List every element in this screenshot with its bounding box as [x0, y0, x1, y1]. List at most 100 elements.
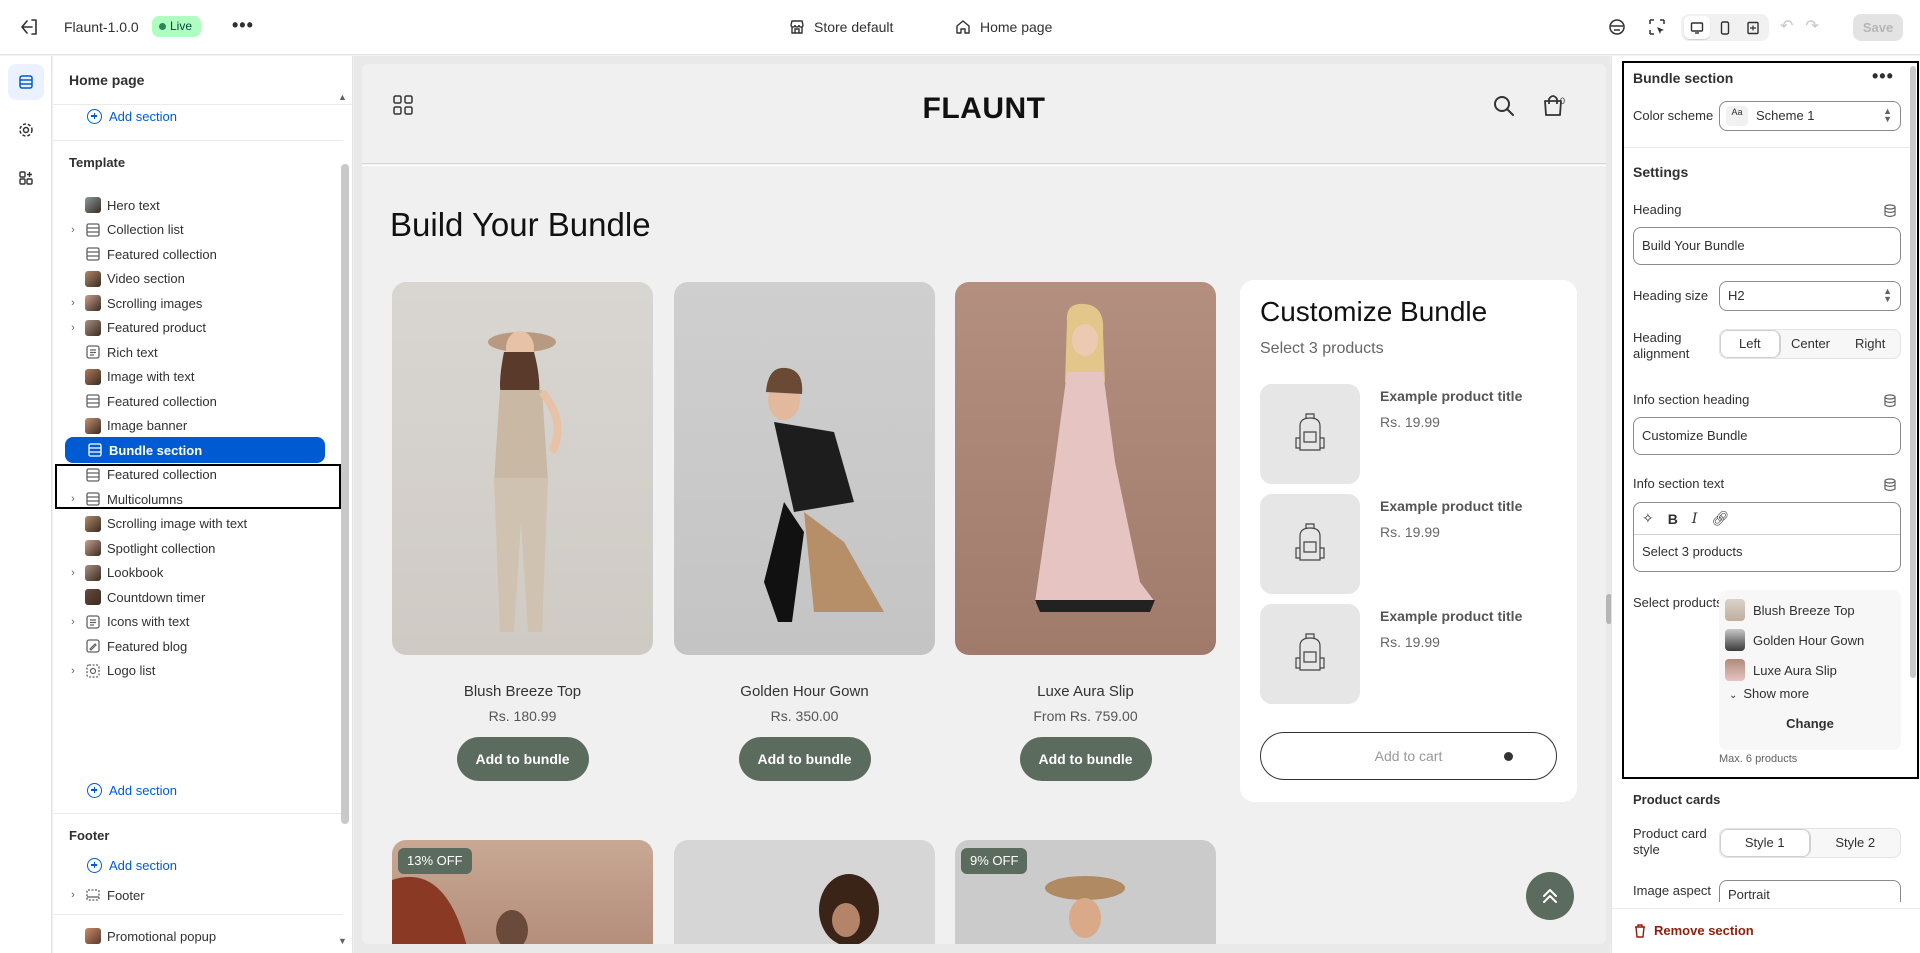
sidebar-item-label: Footer: [107, 887, 145, 903]
footer-section-icon: [86, 889, 100, 901]
product-name[interactable]: Golden Hour Gown: [674, 683, 935, 700]
sidebar-item-promotional-popup[interactable]: › Promotional popup: [63, 923, 325, 949]
product-card[interactable]: 13% OFF: [392, 840, 653, 944]
sections-rail-button[interactable]: [8, 64, 44, 100]
add-to-bundle-button[interactable]: Add to bundle: [456, 737, 589, 781]
apps-rail-button[interactable]: [8, 160, 44, 196]
add-section-header-button[interactable]: Add section: [87, 106, 177, 126]
thumbnail-icon: [85, 295, 101, 311]
sidebar-item-label: Spotlight collection: [107, 540, 216, 556]
save-button[interactable]: Save: [1853, 14, 1903, 41]
inspector-icon[interactable]: [1646, 16, 1668, 38]
theme-name[interactable]: Flaunt-1.0.0: [64, 19, 139, 35]
sections-sidebar: Home page ▲ Add section Template ›Hero t…: [53, 56, 353, 953]
section-icon: [86, 222, 100, 237]
product-name[interactable]: Luxe Aura Slip: [955, 683, 1216, 700]
scroll-to-top-button[interactable]: [1526, 872, 1574, 920]
product-image[interactable]: [955, 282, 1216, 655]
add-to-bundle-button[interactable]: Add to bundle: [738, 737, 871, 781]
product-image[interactable]: [392, 282, 653, 655]
thumbnail-icon: [85, 540, 101, 556]
style-1-option[interactable]: Style 1: [1720, 829, 1811, 857]
chevron-right-icon[interactable]: ›: [67, 297, 79, 309]
store-selector[interactable]: Store default: [788, 15, 893, 39]
sidebar-item-label: Scrolling image with text: [107, 516, 248, 531]
sidebar-item-hero-text[interactable]: ›Hero text: [63, 192, 325, 218]
sidebar-item-icons-with-text[interactable]: › Icons with text: [63, 609, 325, 635]
add-section-footer-button[interactable]: Add section: [87, 855, 177, 875]
more-actions-button[interactable]: •••: [232, 15, 254, 36]
bundle-slot: Example product title Rs. 19.99: [1260, 494, 1560, 594]
mobile-icon: [1720, 20, 1730, 35]
slot-title: Example product title: [1380, 498, 1523, 514]
chevron-right-icon[interactable]: ›: [67, 224, 79, 236]
model-photo-illustration: [764, 367, 884, 622]
bundle-slot: Example product title Rs. 19.99: [1260, 604, 1560, 704]
sidebar-item-bundle-section[interactable]: ›Bundle section: [65, 437, 325, 463]
divider: [53, 140, 343, 141]
sidebar-item-featured-product[interactable]: › Featured product: [63, 315, 325, 341]
thumbnail-icon: [85, 515, 101, 532]
store-logo[interactable]: FLAUNT: [362, 92, 1606, 126]
exit-icon[interactable]: [18, 16, 40, 38]
thumbnail-icon: [85, 197, 101, 213]
add-to-bundle-button[interactable]: Add to bundle: [1019, 737, 1152, 781]
theme-settings-rail-button[interactable]: [8, 112, 44, 148]
product-card[interactable]: [674, 840, 935, 944]
chevron-right-icon[interactable]: ›: [67, 322, 79, 334]
product-card[interactable]: Luxe Aura Slip From Rs. 759.00 Add to bu…: [955, 282, 1216, 781]
product-image[interactable]: [674, 282, 935, 655]
aspect-ratio-select[interactable]: Portrait: [1719, 880, 1901, 902]
sidebar-item-footer[interactable]: › Footer: [63, 882, 325, 908]
chevron-right-icon[interactable]: ›: [67, 889, 79, 901]
product-card[interactable]: Golden Hour Gown Rs. 350.00 Add to bundl…: [674, 282, 935, 781]
sidebar-scrollbar[interactable]: [341, 164, 349, 824]
mobile-view-button[interactable]: [1712, 16, 1738, 39]
scroll-down-icon[interactable]: ▼: [338, 936, 347, 946]
customize-bundle-panel: Customize Bundle Select 3 products Examp…: [1240, 280, 1577, 802]
desktop-view-button[interactable]: [1684, 16, 1710, 39]
double-chevron-up-icon: [1543, 889, 1557, 903]
chevron-right-icon[interactable]: ›: [67, 665, 79, 677]
page-selector[interactable]: Home page: [954, 15, 1052, 39]
remove-section-button[interactable]: Remove section: [1654, 923, 1754, 938]
plus-circle-icon: [87, 857, 102, 873]
style-2-option[interactable]: Style 2: [1811, 829, 1901, 857]
add-section-template-button[interactable]: Add section: [87, 780, 177, 800]
sidebar-item-label: Featured product: [107, 320, 207, 335]
redo-icon[interactable]: ↷: [1805, 16, 1818, 36]
card-style-label: Product card style: [1633, 826, 1707, 857]
sensei-icon[interactable]: [1606, 16, 1628, 38]
chevron-right-icon[interactable]: ›: [67, 616, 79, 628]
sidebar-item-lookbook[interactable]: › Lookbook: [63, 560, 325, 586]
sidebar-item-featured-collection[interactable]: ›Featured collection: [63, 388, 325, 414]
model-photo-illustration: [819, 874, 879, 944]
product-card[interactable]: 9% OFF: [955, 840, 1216, 944]
chevron-right-icon[interactable]: ›: [67, 567, 79, 579]
sections-icon: [19, 75, 33, 89]
settings-scrollbar[interactable]: [1910, 66, 1916, 678]
product-name[interactable]: Blush Breeze Top: [392, 683, 653, 700]
sidebar-item-scrolling-image-with-text[interactable]: ›Scrolling image with text: [63, 511, 325, 537]
selection-highlight: [55, 464, 341, 509]
blog-icon: [86, 639, 100, 653]
sidebar-item-featured-collection[interactable]: ›Featured collection: [63, 241, 325, 267]
text-section-icon: [86, 614, 100, 629]
sidebar-item-collection-list[interactable]: › Collection list: [63, 217, 325, 243]
sidebar-item-image-with-text[interactable]: ›Image with text: [63, 364, 325, 390]
sidebar-item-logo-list[interactable]: › Logo list: [63, 658, 325, 684]
sidebar-item-countdown-timer[interactable]: ›Countdown timer: [63, 584, 325, 610]
sidebar-item-featured-blog[interactable]: ›Featured blog: [63, 633, 325, 659]
fullscreen-button[interactable]: [1740, 16, 1766, 39]
undo-icon[interactable]: ↶: [1780, 16, 1793, 36]
product-card[interactable]: Blush Breeze Top Rs. 180.99 Add to bundl…: [392, 282, 653, 781]
slot-title: Example product title: [1380, 608, 1523, 624]
sidebar-item-spotlight-collection[interactable]: ›Spotlight collection: [63, 535, 325, 561]
scroll-up-icon[interactable]: ▲: [338, 92, 347, 102]
sidebar-item-scrolling-images[interactable]: › Scrolling images: [63, 290, 325, 316]
sidebar-item-video-section[interactable]: ›Video section: [63, 266, 325, 292]
search-icon[interactable]: [1492, 94, 1516, 118]
sidebar-item-rich-text[interactable]: ›Rich text: [63, 339, 325, 365]
add-to-cart-button[interactable]: Add to cart: [1260, 732, 1557, 780]
sidebar-item-image-banner[interactable]: ›Image banner: [63, 413, 325, 439]
